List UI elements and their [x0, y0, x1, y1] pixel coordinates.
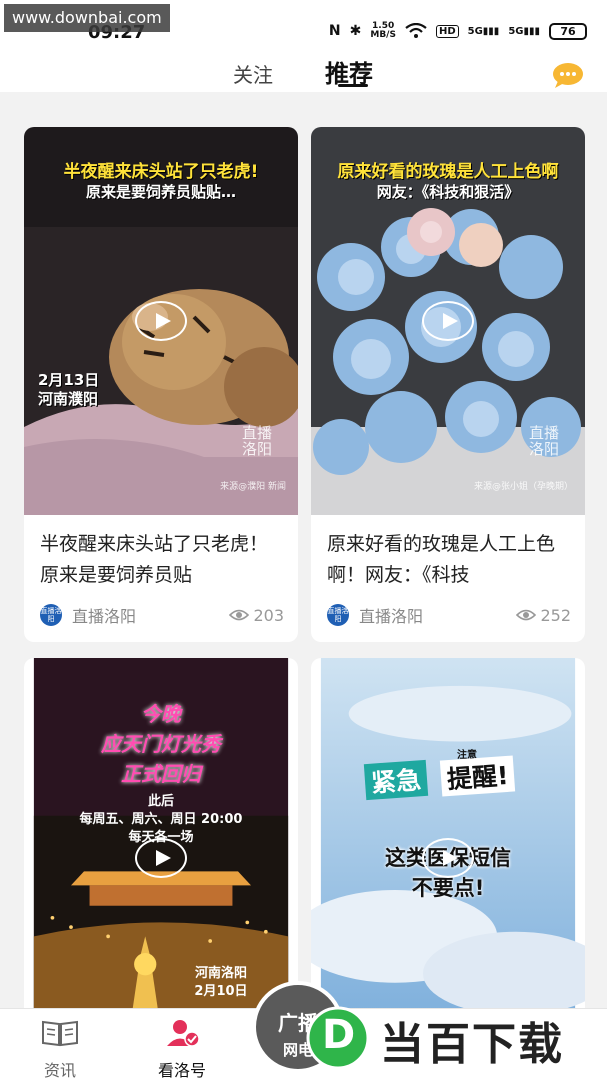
book-icon: [42, 1020, 78, 1047]
source-caption: 来源@濮阳 新闻: [220, 482, 286, 492]
signal-5g-icon-1: 5G▮▮▮: [467, 25, 500, 37]
site-watermark: www.downbai.com: [4, 4, 170, 32]
phone-screen: 09:27 N ✱ 1.50 MB/S HD 5G▮▮▮ 5G▮▮▮ 76 关注…: [0, 0, 607, 1080]
person-check-icon: [167, 1020, 200, 1047]
video-thumbnail[interactable]: 半夜醒来床头站了只老虎! 原来是要饲养员贴贴… 2月13日 河南濮阳 直播洛阳 …: [24, 127, 298, 515]
view-count: 203: [229, 606, 284, 625]
feed-card-lightshow[interactable]: 今晚 应天门灯光秀 正式回归 此后 每周五、周六、周日 20:00 每天各一场 …: [24, 658, 298, 1018]
overlay-sub-2: 每周五、周六、周日 20:00: [79, 812, 243, 827]
overlay-subheadline: 原来是要饲养员贴贴…: [85, 183, 236, 201]
view-count-value: 252: [540, 605, 571, 625]
overlay-subheadline: 网友：《科技和狠活》: [376, 183, 520, 201]
overlay-headline: 原来好看的玫瑰是人工上色啊: [337, 162, 559, 182]
brand-watermark: 直播洛阳: [242, 424, 273, 458]
brand-watermark: 直播洛阳: [529, 424, 560, 458]
video-feed: 半夜醒来床头站了只老虎! 原来是要饲养员贴贴… 2月13日 河南濮阳 直播洛阳 …: [0, 92, 607, 1018]
card-meta: 直播洛阳 直播洛阳 252: [327, 603, 571, 627]
avatar[interactable]: 直播洛阳: [40, 604, 62, 626]
play-button-icon[interactable]: [135, 838, 187, 878]
card-title[interactable]: 半夜醒来床头站了只老虎！原来是要饲养员贴: [24, 515, 298, 593]
net-speed-unit: MB/S: [370, 30, 396, 40]
overlay-headline-3: 正式回归: [121, 762, 201, 786]
signal-2-label: 5G: [508, 25, 524, 37]
active-tab-indicator: [338, 84, 368, 87]
author-name[interactable]: 直播洛阳: [359, 603, 423, 627]
nav-item-kanluo[interactable]: 看洛号: [142, 1019, 222, 1080]
video-thumbnail[interactable]: 注意 紧急 提醒! 这类医保短信 不要点!: [311, 658, 585, 1018]
status-icons: N ✱ 1.50 MB/S HD 5G▮▮▮ 5G▮▮▮ 76: [329, 22, 587, 40]
bluetooth-icon: ✱: [349, 23, 362, 39]
nav-label-kanluo: 看洛号: [157, 1061, 206, 1080]
header: 关注 推荐: [0, 56, 607, 92]
overlay-headline-2: 应天门灯光秀: [101, 732, 221, 756]
tab-follow[interactable]: 关注: [233, 59, 273, 88]
overlay-headline: 半夜醒来床头站了只老虎!: [63, 162, 259, 182]
card-title[interactable]: 原来好看的玫瑰是人工上色啊！网友：《科技: [311, 515, 585, 593]
reminder-badge: 提醒!: [439, 755, 516, 797]
view-count: 252: [516, 606, 571, 625]
urgent-badge: 紧急: [363, 759, 429, 801]
nav-item-news[interactable]: 资讯: [20, 1019, 100, 1080]
date-overlay-date: 2月13日: [38, 371, 100, 389]
signal-5g-icon-2: 5G▮▮▮: [508, 25, 540, 37]
overlay-sub-1: 此后: [147, 794, 174, 809]
feed-card-roses[interactable]: 原来好看的玫瑰是人工上色啊 网友：《科技和狠活》 直播洛阳 来源@张小姐（孕晚期…: [311, 127, 585, 642]
view-count-value: 203: [253, 605, 284, 625]
signal-1-label: 5G: [467, 25, 483, 37]
card-meta: 直播洛阳 直播洛阳 203: [40, 603, 284, 627]
play-button-icon[interactable]: [422, 301, 474, 341]
site-logo-letter: D: [322, 1012, 356, 1058]
wifi-icon: [405, 23, 427, 38]
feed-card-insurance[interactable]: 注意 紧急 提醒! 这类医保短信 不要点!: [311, 658, 585, 1018]
video-thumbnail[interactable]: 原来好看的玫瑰是人工上色啊 网友：《科技和狠活》 直播洛阳 来源@张小姐（孕晚期…: [311, 127, 585, 515]
play-button-icon[interactable]: [422, 838, 474, 878]
chat-bubble-icon[interactable]: [552, 62, 584, 88]
overlay-location: 河南洛阳: [194, 966, 247, 981]
eye-icon: [229, 609, 250, 621]
date-overlay-place: 河南濮阳: [38, 390, 99, 408]
feed-card-tiger[interactable]: 半夜醒来床头站了只老虎! 原来是要饲养员贴贴… 2月13日 河南濮阳 直播洛阳 …: [24, 127, 298, 642]
play-button-icon[interactable]: [135, 301, 187, 341]
net-speed: 1.50 MB/S: [370, 22, 396, 40]
hd-icon: HD: [435, 24, 459, 38]
overlay-headline-1: 今晚: [141, 702, 181, 726]
avatar[interactable]: 直播洛阳: [327, 604, 349, 626]
source-caption: 来源@张小姐（孕晚期）: [473, 482, 573, 492]
author-name[interactable]: 直播洛阳: [72, 603, 136, 627]
battery-icon: 76: [549, 22, 587, 40]
date-overlay: 2月13日 河南濮阳: [38, 371, 99, 409]
nav-label-news: 资讯: [43, 1061, 76, 1080]
video-thumbnail[interactable]: 今晚 应天门灯光秀 正式回归 此后 每周五、周六、周日 20:00 每天各一场 …: [24, 658, 298, 1018]
site-logo-text: 当百下载: [380, 1019, 564, 1070]
nfc-icon: N: [328, 23, 341, 39]
eye-icon: [516, 609, 537, 621]
